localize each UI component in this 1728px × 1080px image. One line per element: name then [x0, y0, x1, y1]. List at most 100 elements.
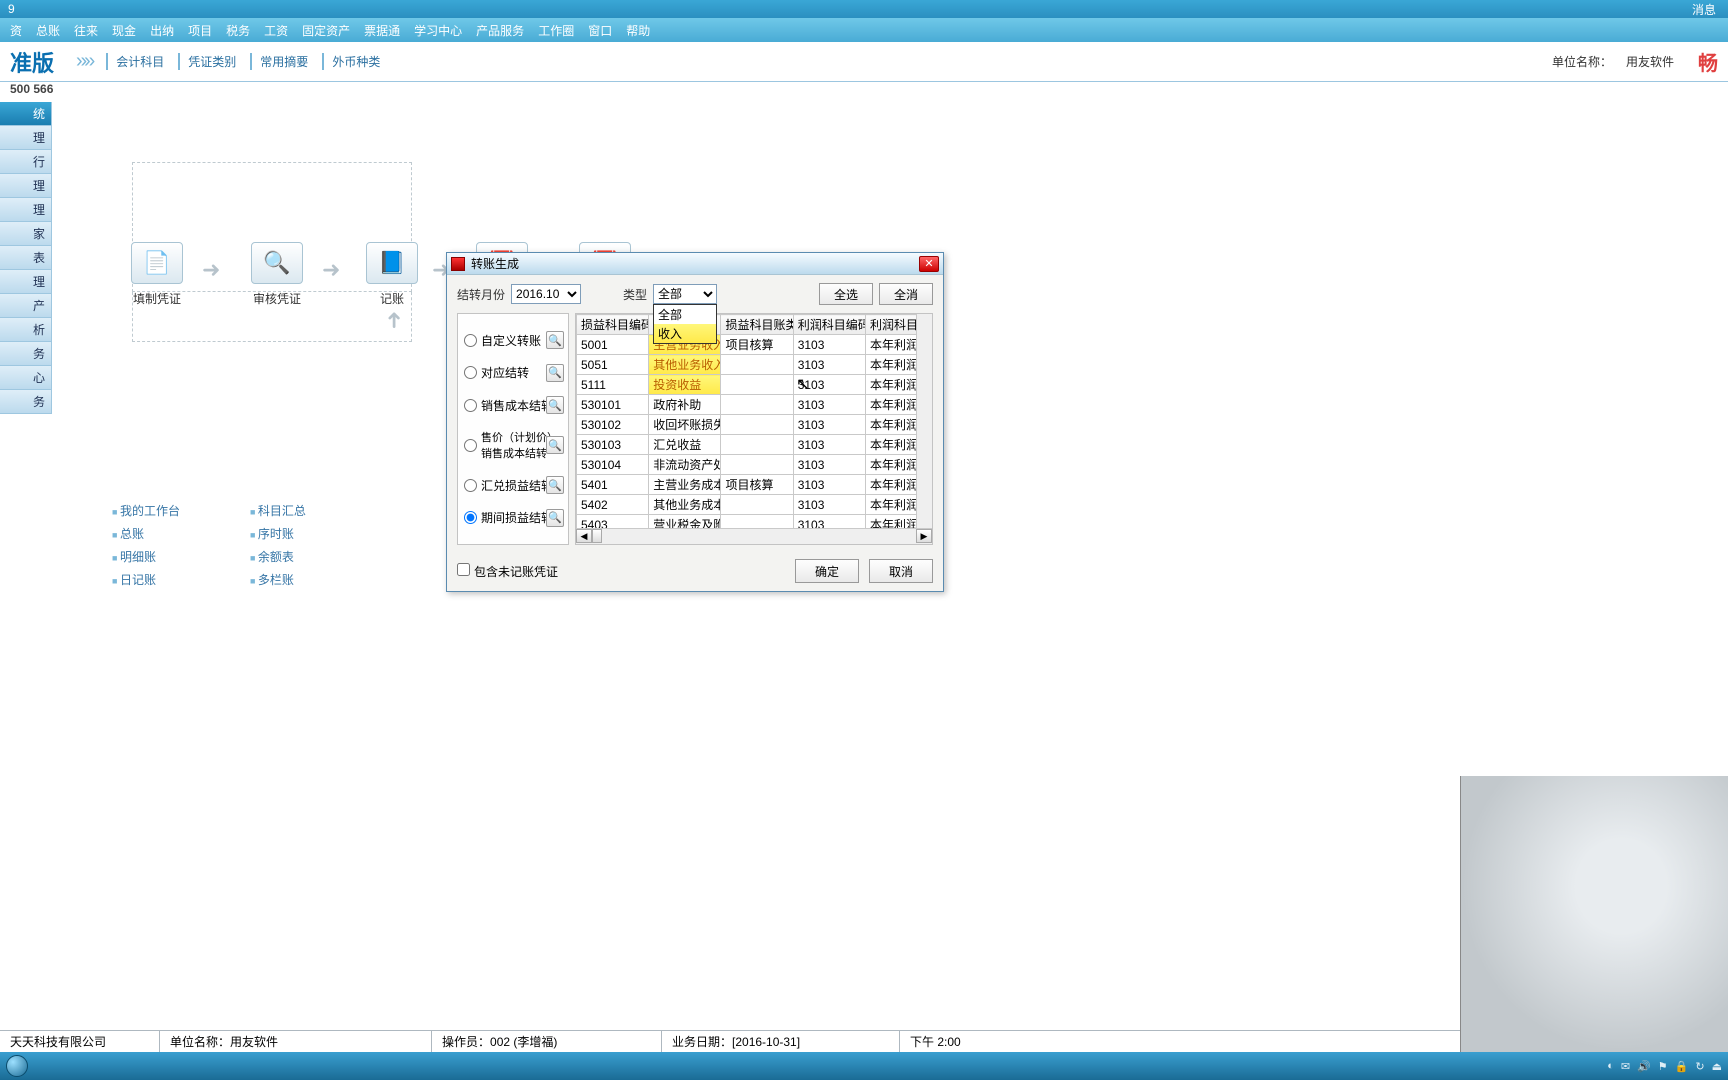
menu-5[interactable]: 项目: [182, 20, 218, 41]
deselect-all-button[interactable]: 全消: [879, 283, 933, 305]
tray-icon[interactable]: 🔊: [1637, 1060, 1651, 1073]
radio-label[interactable]: 自定义转账: [481, 332, 541, 349]
table-cell[interactable]: 5403: [577, 515, 649, 529]
tray-icon[interactable]: ✉: [1621, 1060, 1630, 1073]
tray-icon[interactable]: ↻: [1695, 1060, 1704, 1073]
table-cell[interactable]: [721, 455, 793, 475]
menu-10[interactable]: 学习中心: [408, 20, 468, 41]
table-row[interactable]: 530104非流动资产处3103本年利润: [577, 455, 932, 475]
start-button[interactable]: [6, 1055, 28, 1077]
toolbar-link-2[interactable]: 常用摘要: [250, 53, 308, 70]
table-cell[interactable]: [721, 435, 793, 455]
table-cell[interactable]: 项目核算: [721, 475, 793, 495]
table-cell[interactable]: 3103: [793, 455, 865, 475]
table-row[interactable]: 530103汇兑收益3103本年利润: [577, 435, 932, 455]
scroll-thumb[interactable]: [592, 529, 602, 543]
lookup-button[interactable]: 🔍: [546, 436, 564, 454]
lookup-button[interactable]: 🔍: [546, 476, 564, 494]
sidebar-item-12[interactable]: 务: [0, 390, 52, 414]
table-cell[interactable]: 3103: [793, 515, 865, 529]
menu-0[interactable]: 资: [4, 20, 28, 41]
select-all-button[interactable]: 全选: [819, 283, 873, 305]
scroll-right-button[interactable]: ▶: [916, 529, 932, 543]
table-cell[interactable]: 5111: [577, 375, 649, 395]
table-cell[interactable]: [721, 375, 793, 395]
scroll-left-button[interactable]: ◀: [576, 529, 592, 543]
lookup-button[interactable]: 🔍: [546, 364, 564, 382]
menu-6[interactable]: 税务: [220, 20, 256, 41]
table-cell[interactable]: [721, 495, 793, 515]
table-cell[interactable]: 3103: [793, 375, 865, 395]
table-row[interactable]: 5402其他业务成本3103本年利润: [577, 495, 932, 515]
menu-7[interactable]: 工资: [258, 20, 294, 41]
month-select[interactable]: 2016.10: [511, 284, 581, 304]
horizontal-scrollbar[interactable]: ◀ ▶: [576, 528, 932, 544]
table-cell[interactable]: 530102: [577, 415, 649, 435]
table-cell[interactable]: 5401: [577, 475, 649, 495]
quick-link[interactable]: 日记账: [112, 571, 180, 588]
type-option-income[interactable]: 收入: [654, 324, 716, 343]
include-unposted-input[interactable]: [457, 563, 470, 576]
lookup-button[interactable]: 🔍: [546, 509, 564, 527]
table-row[interactable]: 530102收回坏账损失3103本年利润: [577, 415, 932, 435]
table-cell[interactable]: 非流动资产处: [649, 455, 721, 475]
th-acct[interactable]: 损益科目账类: [721, 315, 793, 335]
radio-period[interactable]: [464, 511, 477, 524]
toolbar-link-1[interactable]: 凭证类别: [178, 53, 236, 70]
table-cell[interactable]: [721, 515, 793, 529]
menu-9[interactable]: 票据通: [358, 20, 406, 41]
table-cell[interactable]: 5051: [577, 355, 649, 375]
table-cell[interactable]: 3103: [793, 435, 865, 455]
menu-13[interactable]: 窗口: [582, 20, 618, 41]
radio-custom[interactable]: [464, 334, 477, 347]
table-cell[interactable]: [721, 415, 793, 435]
menu-3[interactable]: 现金: [106, 20, 142, 41]
table-cell[interactable]: 项目核算: [721, 335, 793, 355]
message-link[interactable]: 消息: [1692, 1, 1716, 18]
sidebar-item-7[interactable]: 理: [0, 270, 52, 294]
sidebar-item-0[interactable]: 统: [0, 102, 52, 126]
sidebar-item-1[interactable]: 理: [0, 126, 52, 150]
ok-button[interactable]: 确定: [795, 559, 859, 583]
table-cell[interactable]: 3103: [793, 415, 865, 435]
table-cell[interactable]: 3103: [793, 355, 865, 375]
sidebar-item-9[interactable]: 析: [0, 318, 52, 342]
close-button[interactable]: ✕: [919, 256, 939, 272]
table-cell[interactable]: 3103: [793, 495, 865, 515]
sidebar-item-10[interactable]: 务: [0, 342, 52, 366]
radio-label[interactable]: 销售成本结转: [481, 397, 553, 414]
quick-link[interactable]: 多栏账: [250, 571, 306, 588]
sidebar-item-3[interactable]: 理: [0, 174, 52, 198]
quick-link[interactable]: 序时账: [250, 525, 306, 542]
table-cell[interactable]: 530104: [577, 455, 649, 475]
quick-link[interactable]: 我的工作台: [112, 502, 180, 519]
vertical-scrollbar[interactable]: [916, 314, 932, 528]
sidebar-item-11[interactable]: 心: [0, 366, 52, 390]
table-row[interactable]: 530101政府补助3103本年利润: [577, 395, 932, 415]
quick-link[interactable]: 科目汇总: [250, 502, 306, 519]
radio-label[interactable]: 汇兑损益结转: [481, 477, 553, 494]
table-cell[interactable]: [721, 395, 793, 415]
table-cell[interactable]: 主营业务成本: [649, 475, 721, 495]
tray-icon[interactable]: ⏏: [1712, 1060, 1722, 1073]
tray-icon[interactable]: ⚑: [1658, 1060, 1668, 1073]
radio-planprice[interactable]: [464, 439, 477, 452]
table-cell[interactable]: 3103: [793, 475, 865, 495]
table-cell[interactable]: 5402: [577, 495, 649, 515]
type-select[interactable]: 全部: [653, 284, 717, 304]
table-cell[interactable]: 530101: [577, 395, 649, 415]
quick-link[interactable]: 总账: [112, 525, 180, 542]
sidebar-item-4[interactable]: 理: [0, 198, 52, 222]
radio-corresponding[interactable]: [464, 366, 477, 379]
radio-exchange[interactable]: [464, 479, 477, 492]
table-cell[interactable]: [721, 355, 793, 375]
th-pcode[interactable]: 利润科目编码: [793, 315, 865, 335]
table-row[interactable]: 5111投资收益3103本年利润: [577, 375, 932, 395]
sidebar-item-6[interactable]: 表: [0, 246, 52, 270]
table-cell[interactable]: 5001: [577, 335, 649, 355]
quick-link[interactable]: 明细账: [112, 548, 180, 565]
table-cell[interactable]: 汇兑收益: [649, 435, 721, 455]
table-row[interactable]: 5403营业税金及附3103本年利润: [577, 515, 932, 529]
toolbar-link-0[interactable]: 会计科目: [106, 53, 164, 70]
quick-link[interactable]: 余额表: [250, 548, 306, 565]
